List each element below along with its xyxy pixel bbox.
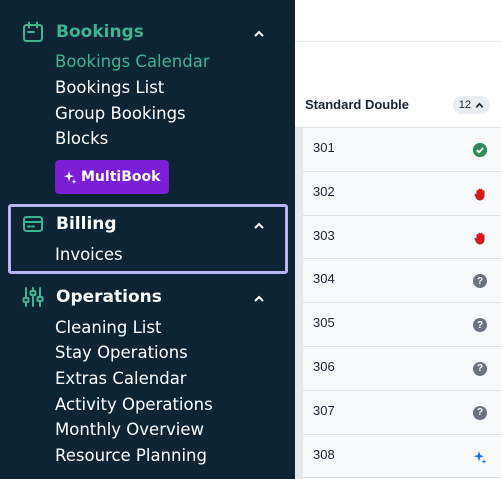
sparkle-icon — [473, 450, 487, 464]
sidebar-item-bookings-list[interactable]: Bookings List — [55, 78, 164, 98]
room-list: 301 302 303 304 ? 305 ? 306 ? 307 ? 308 — [303, 128, 501, 479]
room-number: 303 — [313, 227, 335, 243]
sidebar-item-extras-calendar[interactable]: Extras Calendar — [55, 369, 187, 389]
sidebar-item-bookings-calendar[interactable]: Bookings Calendar — [55, 52, 210, 72]
chevron-up-icon — [475, 101, 484, 110]
sidebar-item-invoices[interactable]: Invoices — [55, 245, 123, 265]
room-row[interactable]: 305 ? — [303, 303, 501, 347]
multibook-button[interactable]: MultiBook — [55, 160, 169, 194]
sliders-icon — [22, 286, 44, 308]
calendar-left-strip — [295, 128, 303, 479]
card-icon — [22, 213, 44, 235]
hand-stop-icon — [473, 187, 487, 201]
sidebar-section-billing[interactable]: Billing — [22, 210, 277, 238]
sidebar-section-operations[interactable]: Operations — [22, 283, 277, 311]
calendar-header-area — [295, 42, 501, 82]
multibook-label: MultiBook — [81, 169, 161, 185]
room-number: 301 — [313, 140, 335, 155]
room-row[interactable]: 308 — [303, 434, 501, 479]
sidebar-item-activity-operations[interactable]: Activity Operations — [55, 395, 213, 415]
room-row[interactable]: 302 — [303, 171, 501, 216]
room-number: 304 — [313, 271, 335, 287]
question-icon: ? — [473, 318, 487, 333]
sidebar-item-monthly-overview[interactable]: Monthly Overview — [55, 420, 204, 440]
sidebar-item-group-bookings[interactable]: Group Bookings — [55, 104, 186, 124]
room-number: 305 — [313, 315, 335, 331]
question-icon: ? — [473, 361, 487, 376]
room-number: 307 — [313, 402, 335, 418]
sidebar-nav: Bookings Bookings Calendar Bookings List… — [0, 0, 295, 479]
sparkle-icon — [63, 170, 77, 184]
room-number: 306 — [313, 358, 335, 374]
sidebar-section-bookings[interactable]: Bookings — [22, 18, 277, 46]
room-number: 308 — [313, 446, 335, 462]
room-row[interactable]: 307 ? — [303, 390, 501, 435]
room-row[interactable]: 303 — [303, 215, 501, 260]
calendar-icon — [22, 21, 44, 43]
room-type-name: Standard Double — [305, 97, 410, 112]
room-count-value: 12 — [458, 99, 471, 111]
chevron-up-icon[interactable] — [253, 217, 265, 236]
section-title-billing: Billing — [56, 214, 117, 234]
room-row[interactable]: 306 ? — [303, 346, 501, 391]
chevron-up-icon[interactable] — [253, 25, 265, 44]
chevron-up-icon[interactable] — [253, 290, 265, 309]
sidebar-item-cleaning-list[interactable]: Cleaning List — [55, 318, 161, 338]
room-row[interactable]: 304 ? — [303, 259, 501, 304]
question-icon: ? — [473, 405, 487, 420]
check-icon — [473, 143, 487, 157]
sidebar-item-blocks[interactable]: Blocks — [55, 129, 108, 149]
sidebar-item-stay-operations[interactable]: Stay Operations — [55, 343, 188, 363]
top-bar — [295, 0, 501, 42]
room-row[interactable]: 301 — [303, 128, 501, 172]
room-type-header[interactable]: Standard Double 12 — [295, 82, 501, 128]
section-title-bookings: Bookings — [56, 22, 144, 42]
sidebar-item-resource-planning[interactable]: Resource Planning — [55, 446, 207, 466]
section-title-operations: Operations — [56, 287, 162, 307]
question-icon: ? — [473, 274, 487, 289]
room-number: 302 — [313, 183, 335, 199]
hand-stop-icon — [473, 231, 487, 245]
room-count-badge[interactable]: 12 — [452, 96, 490, 114]
